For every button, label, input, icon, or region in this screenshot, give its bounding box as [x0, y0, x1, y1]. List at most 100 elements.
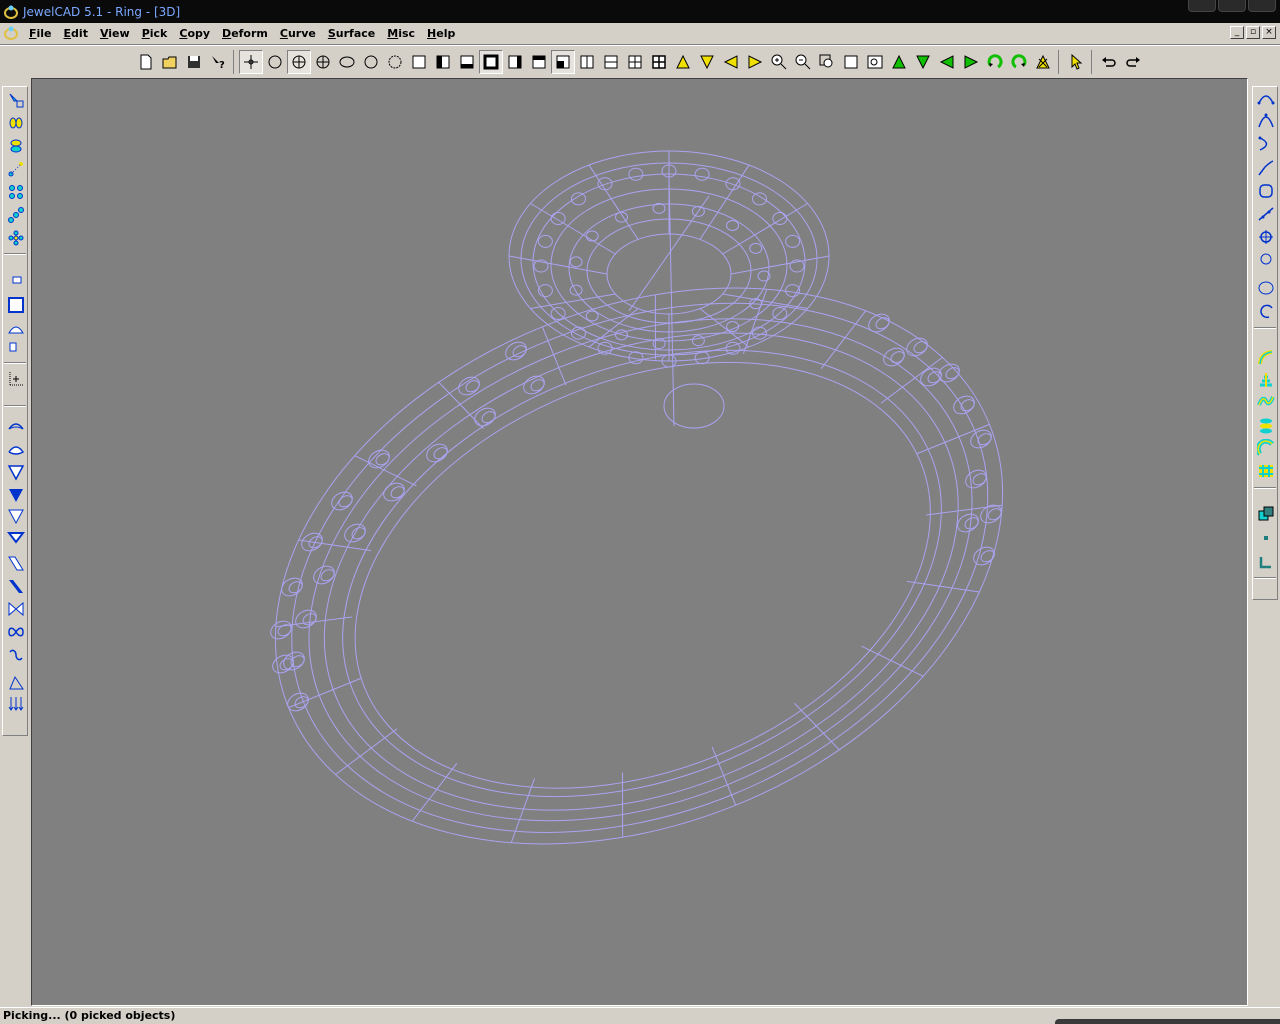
arc-filled-button[interactable]: [5, 438, 27, 460]
select-arrow-button[interactable]: [1064, 50, 1088, 74]
redo-button[interactable]: [1121, 50, 1145, 74]
document-icon[interactable]: [3, 25, 19, 41]
twist-button[interactable]: [5, 598, 27, 620]
menu-curve[interactable]: Curve: [274, 27, 322, 40]
surface-sweep-button[interactable]: [1255, 347, 1277, 369]
surface-grid-button[interactable]: [1255, 460, 1277, 482]
zoom-all-button[interactable]: [863, 50, 887, 74]
taper-button[interactable]: [5, 461, 27, 483]
axes-button[interactable]: [5, 368, 27, 390]
move-down-button[interactable]: [911, 50, 935, 74]
curve-circle-button[interactable]: [1255, 248, 1277, 270]
pick-tool-button[interactable]: [5, 89, 27, 111]
loop-button[interactable]: [5, 621, 27, 643]
menu-copy[interactable]: Copy: [173, 27, 216, 40]
zoom-box-button[interactable]: [839, 50, 863, 74]
circle-button[interactable]: [359, 50, 383, 74]
pick-stack-button[interactable]: [5, 135, 27, 157]
menu-file[interactable]: File: [23, 27, 58, 40]
menu-edit[interactable]: Edit: [58, 27, 94, 40]
new-file-button[interactable]: [134, 50, 158, 74]
menu-view[interactable]: View: [94, 27, 136, 40]
render-button[interactable]: [1031, 50, 1055, 74]
curve-circle-cross-button[interactable]: [1255, 226, 1277, 248]
corner-button[interactable]: [1255, 551, 1277, 573]
rotate-left-button[interactable]: [719, 50, 743, 74]
view-top-button[interactable]: [527, 50, 551, 74]
menu-deform[interactable]: Deform: [216, 27, 274, 40]
split-vertical-button[interactable]: [575, 50, 599, 74]
rotate-right-button[interactable]: [743, 50, 767, 74]
pick-grid-button[interactable]: [5, 181, 27, 203]
taper-filled-button[interactable]: [5, 484, 27, 506]
surface-tube-button[interactable]: [1255, 437, 1277, 459]
zoom-window-button[interactable]: [815, 50, 839, 74]
view-right-button[interactable]: [503, 50, 527, 74]
rotate-up-button[interactable]: [671, 50, 695, 74]
mdi-minimize-button[interactable]: _: [1230, 26, 1244, 39]
save-file-button[interactable]: [182, 50, 206, 74]
view-left-button[interactable]: [431, 50, 455, 74]
four-views-button[interactable]: [623, 50, 647, 74]
spin-ccw-button[interactable]: [1007, 50, 1031, 74]
undo-button[interactable]: [1097, 50, 1121, 74]
mdi-close-button[interactable]: ×: [1262, 26, 1276, 39]
view-bottom-button[interactable]: [455, 50, 479, 74]
zoom-out-button[interactable]: [791, 50, 815, 74]
view-sphere-button[interactable]: [287, 50, 311, 74]
shear-button[interactable]: [5, 552, 27, 574]
surface-wave-button[interactable]: [1255, 391, 1277, 413]
view-circle-button[interactable]: [263, 50, 287, 74]
view-globe-button[interactable]: [311, 50, 335, 74]
open-file-button[interactable]: [158, 50, 182, 74]
taper-half-button[interactable]: [5, 505, 27, 527]
curve-polyline-button[interactable]: [1255, 157, 1277, 179]
mdi-restore-button[interactable]: ▫: [1246, 26, 1260, 39]
dome-button[interactable]: [5, 317, 27, 339]
large-rect-button[interactable]: [5, 294, 27, 316]
curve-line-points-button[interactable]: [1255, 203, 1277, 225]
curve-ellipse-button[interactable]: [1255, 277, 1277, 299]
wave-button[interactable]: [5, 644, 27, 666]
zoom-in-button[interactable]: [767, 50, 791, 74]
menu-surface[interactable]: Surface: [322, 27, 381, 40]
tall-rect-button[interactable]: [5, 337, 27, 359]
pick-ring-button[interactable]: [5, 227, 27, 249]
maximize-window-button[interactable]: [1218, 0, 1246, 12]
menu-misc[interactable]: Misc: [381, 27, 421, 40]
move-up-button[interactable]: [887, 50, 911, 74]
arc-up-button[interactable]: [5, 415, 27, 437]
menu-pick[interactable]: Pick: [136, 27, 174, 40]
curve-arc-button[interactable]: [1255, 87, 1277, 109]
pick-line-button[interactable]: [5, 158, 27, 180]
copy-object-button[interactable]: [1255, 503, 1277, 525]
project-down-button[interactable]: [5, 692, 27, 714]
curve-peak-button[interactable]: [1255, 109, 1277, 131]
move-right-button[interactable]: [959, 50, 983, 74]
surface-loft-button[interactable]: [1255, 369, 1277, 391]
menu-help[interactable]: Help: [421, 27, 461, 40]
pick-pair-button[interactable]: [5, 112, 27, 134]
curve-bend-button[interactable]: [1255, 133, 1277, 155]
curve-rounded-rect-button[interactable]: [1255, 180, 1277, 202]
view-front-button[interactable]: [479, 50, 503, 74]
minimize-window-button[interactable]: [1188, 0, 1216, 12]
move-left-button[interactable]: [935, 50, 959, 74]
small-rect-button[interactable]: [5, 269, 27, 291]
bend-button[interactable]: [5, 672, 27, 694]
shear-filled-button[interactable]: [5, 575, 27, 597]
grid-views-button[interactable]: [647, 50, 671, 74]
pick-point-button[interactable]: [239, 50, 263, 74]
spin-cw-button[interactable]: [983, 50, 1007, 74]
view-3d-button[interactable]: [551, 50, 575, 74]
ellipse-button[interactable]: [335, 50, 359, 74]
taper-short-button[interactable]: [5, 528, 27, 550]
rotate-down-button[interactable]: [695, 50, 719, 74]
3d-viewport[interactable]: [31, 78, 1248, 1006]
help-pointer-button[interactable]: ?: [206, 50, 230, 74]
view-perspective-button[interactable]: [407, 50, 431, 74]
point-button[interactable]: [1255, 527, 1277, 549]
pick-diagonal-button[interactable]: [5, 204, 27, 226]
split-horizontal-button[interactable]: [599, 50, 623, 74]
close-window-button[interactable]: [1248, 0, 1276, 12]
